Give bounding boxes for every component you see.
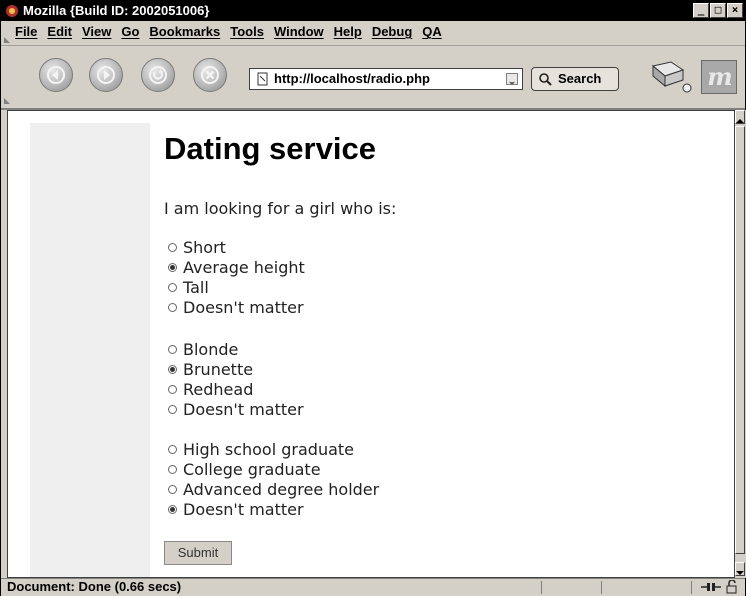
toolbar-grip-icon[interactable] [4, 94, 10, 104]
menu-qa[interactable]: QA [422, 24, 448, 39]
stop-icon [201, 66, 219, 84]
radio-button[interactable] [168, 282, 177, 292]
arrow-up-icon [736, 119, 744, 123]
url-text[interactable]: http://localhost/radio.php [274, 69, 430, 89]
radio-button-checked[interactable] [168, 504, 177, 514]
radio-label: High school graduate [183, 439, 354, 459]
menu-bar: File Edit View Go Bookmarks Tools Window… [1, 21, 745, 46]
status-text: Document: Done (0.66 secs) [7, 579, 182, 594]
status-bar: Document: Done (0.66 secs) [1, 578, 745, 596]
search-label: Search [558, 71, 602, 86]
radio-label: Doesn't matter [183, 499, 304, 519]
page-icon [257, 72, 268, 86]
online-plug-icon[interactable] [701, 581, 721, 593]
height-radio-group: Short Average height Tall Doesn't matter [164, 237, 305, 317]
forward-button[interactable] [89, 58, 123, 92]
page-heading: Dating service [164, 131, 376, 166]
radio-label: Doesn't matter [183, 399, 304, 419]
radio-button[interactable] [168, 302, 177, 312]
throbber-logo[interactable]: m [701, 60, 737, 94]
radio-option[interactable]: Advanced degree holder [164, 479, 379, 499]
navigation-toolbar: http://localhost/radio.php Search m [1, 46, 745, 110]
reload-button[interactable] [141, 58, 175, 92]
chevron-down-icon [509, 82, 515, 85]
printer-icon[interactable] [649, 60, 695, 94]
page-content: Dating service I am looking for a girl w… [7, 110, 735, 578]
mozilla-logo-icon: m [707, 62, 733, 91]
menu-go[interactable]: Go [121, 24, 145, 39]
menu-file[interactable]: File [15, 24, 43, 39]
status-divider [601, 581, 602, 594]
radio-option[interactable]: High school graduate [164, 439, 379, 459]
left-margin-panel [30, 123, 150, 577]
education-radio-group: High school graduate College graduate Ad… [164, 439, 379, 519]
menu-items: File Edit View Go Bookmarks Tools Window… [15, 24, 452, 39]
hair-radio-group: Blonde Brunette Redhead Doesn't matter [164, 339, 304, 419]
menu-tools[interactable]: Tools [230, 24, 270, 39]
scroll-up-button[interactable] [735, 110, 745, 124]
submit-button[interactable]: Submit [164, 541, 232, 565]
back-button[interactable] [39, 58, 73, 92]
menu-bookmarks[interactable]: Bookmarks [149, 24, 226, 39]
forward-icon [97, 66, 115, 84]
radio-button[interactable] [168, 404, 177, 414]
radio-label: Short [183, 237, 226, 257]
radio-option[interactable]: Doesn't matter [164, 499, 379, 519]
minimize-button[interactable]: _ [693, 3, 709, 18]
url-history-dropdown[interactable] [506, 73, 518, 85]
radio-option[interactable]: College graduate [164, 459, 379, 479]
radio-label: Advanced degree holder [183, 479, 380, 499]
status-divider [541, 581, 542, 594]
radio-button[interactable] [168, 384, 177, 394]
window-controls: _ □ × [693, 3, 743, 18]
menu-help[interactable]: Help [334, 24, 368, 39]
arrow-down-icon [736, 571, 744, 575]
search-button[interactable]: Search [531, 67, 619, 91]
scroll-thumb[interactable] [735, 126, 745, 554]
radio-button-checked[interactable] [168, 262, 177, 272]
radio-button[interactable] [168, 242, 177, 252]
radio-option[interactable]: Short [164, 237, 305, 257]
radio-button-checked[interactable] [168, 364, 177, 374]
maximize-button[interactable]: □ [710, 3, 726, 18]
status-divider [691, 581, 692, 594]
url-bar[interactable]: http://localhost/radio.php [249, 68, 523, 90]
radio-option[interactable]: Blonde [164, 339, 304, 359]
radio-label: Tall [183, 277, 209, 297]
radio-label: Brunette [183, 359, 254, 379]
reload-icon [149, 66, 167, 84]
menu-edit[interactable]: Edit [47, 24, 78, 39]
radio-button[interactable] [168, 344, 177, 354]
radio-label: Redhead [183, 379, 254, 399]
scroll-down-button[interactable] [735, 562, 745, 576]
close-button[interactable]: × [727, 3, 743, 18]
radio-option[interactable]: Brunette [164, 359, 304, 379]
radio-option[interactable]: Tall [164, 277, 305, 297]
window-title: Mozilla {Build ID: 2002051006} [23, 3, 210, 18]
radio-label: College graduate [183, 459, 321, 479]
radio-button[interactable] [168, 444, 177, 454]
radio-button[interactable] [168, 464, 177, 474]
radio-option[interactable]: Average height [164, 257, 305, 277]
mozilla-app-icon [6, 5, 18, 17]
radio-option[interactable]: Doesn't matter [164, 399, 304, 419]
radio-label: Blonde [183, 339, 239, 359]
menu-view[interactable]: View [82, 24, 117, 39]
intro-text: I am looking for a girl who is: [164, 199, 397, 218]
radio-option[interactable]: Redhead [164, 379, 304, 399]
vertical-scrollbar[interactable] [735, 110, 746, 578]
radio-label: Doesn't matter [183, 297, 304, 317]
title-bar: Mozilla {Build ID: 2002051006} _ □ × [1, 1, 745, 21]
search-icon [539, 73, 552, 86]
browser-window: Mozilla {Build ID: 2002051006} _ □ × Fil… [0, 0, 746, 596]
stop-button[interactable] [193, 58, 227, 92]
back-icon [47, 66, 65, 84]
toolbar-grip-icon[interactable] [4, 33, 10, 43]
radio-button[interactable] [168, 484, 177, 494]
security-lock-icon[interactable] [725, 580, 739, 594]
radio-label: Average height [183, 257, 305, 277]
radio-option[interactable]: Doesn't matter [164, 297, 305, 317]
menu-window[interactable]: Window [274, 24, 330, 39]
menu-debug[interactable]: Debug [372, 24, 418, 39]
